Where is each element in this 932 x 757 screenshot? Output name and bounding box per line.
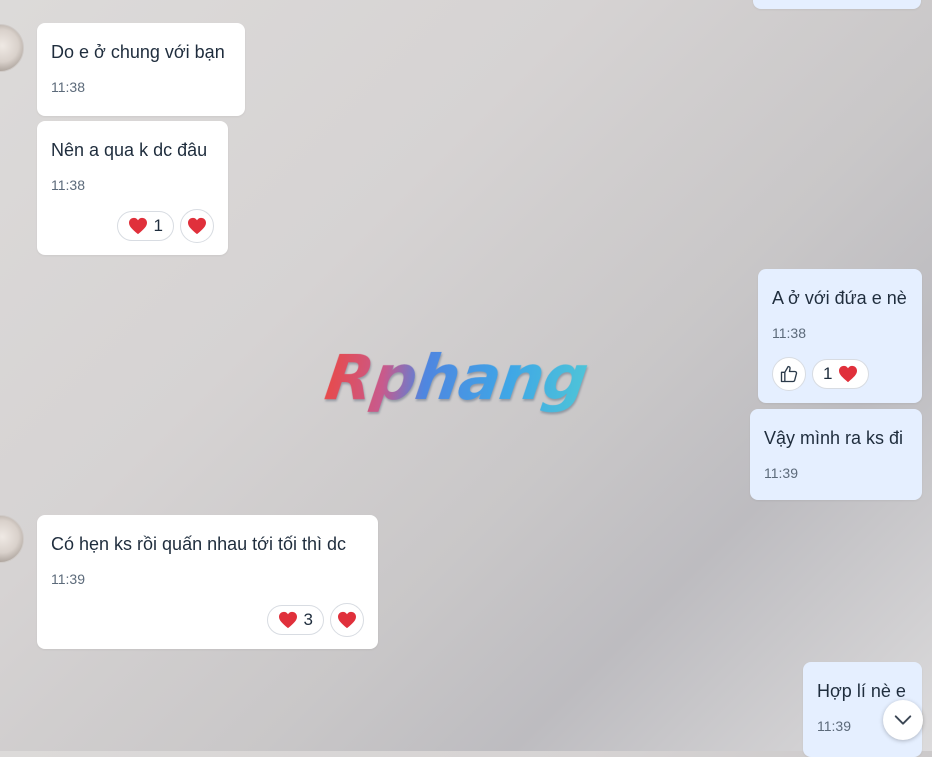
message-text: Nên a qua k dc đâu: [51, 140, 208, 160]
message-bubble-incoming[interactable]: Nên a qua k dc đâu 11:38 1: [37, 121, 228, 255]
heart-icon: [128, 217, 147, 235]
message-time: 11:38: [51, 79, 85, 95]
message-time: 11:38: [51, 177, 85, 193]
add-reaction-button[interactable]: [180, 209, 214, 243]
reaction-count: 1: [153, 216, 163, 235]
thumbs-up-icon: [780, 365, 798, 383]
message-bubble-incoming[interactable]: Do e ở chung với bạn 11:38: [37, 23, 245, 116]
reaction-count: 1: [823, 364, 833, 383]
message-text: Vậy mình ra ks đi: [764, 428, 904, 448]
watermark-logo: Rphang: [320, 341, 592, 414]
heart-icon: [338, 611, 356, 629]
message-bubble-incoming[interactable]: Có hẹn ks rồi quấn nhau tới tối thì dc 1…: [37, 515, 378, 649]
message-text: Do e ở chung với bạn: [51, 42, 225, 62]
message-bubble-outgoing[interactable]: A ở với đứa e nè 11:38 1: [758, 269, 922, 403]
add-reaction-button[interactable]: [330, 603, 364, 637]
like-reaction-button[interactable]: [772, 357, 806, 391]
message-time: 11:39: [51, 571, 85, 587]
reaction-bar: 1: [772, 357, 870, 391]
chevron-down-icon: [894, 715, 912, 725]
message-text: Hợp lí nè e: [817, 681, 906, 701]
message-text: Có hẹn ks rồi quấn nhau tới tối thì dc: [51, 534, 346, 554]
chat-conversation: Do e ở chung với bạn 11:38 Nên a qua k d…: [0, 0, 932, 757]
heart-icon: [188, 217, 206, 235]
heart-icon: [839, 365, 858, 383]
message-bubble-outgoing-partial[interactable]: [753, 0, 921, 9]
reaction-count: 3: [303, 610, 313, 629]
reaction-count-pill[interactable]: 1: [116, 211, 174, 241]
reaction-bar: 3: [266, 603, 364, 637]
message-text: A ở với đứa e nè: [772, 288, 907, 308]
message-bubble-outgoing[interactable]: Vậy mình ra ks đi 11:39: [750, 409, 922, 500]
reaction-bar: 1: [116, 209, 214, 243]
contact-avatar[interactable]: [0, 24, 24, 72]
message-time: 11:39: [764, 465, 798, 481]
message-time: 11:38: [772, 325, 806, 341]
scroll-to-bottom-button[interactable]: [883, 700, 923, 740]
heart-icon: [278, 611, 297, 629]
reaction-count-pill[interactable]: 1: [812, 359, 870, 389]
reaction-count-pill[interactable]: 3: [266, 605, 324, 635]
contact-avatar[interactable]: [0, 515, 24, 563]
